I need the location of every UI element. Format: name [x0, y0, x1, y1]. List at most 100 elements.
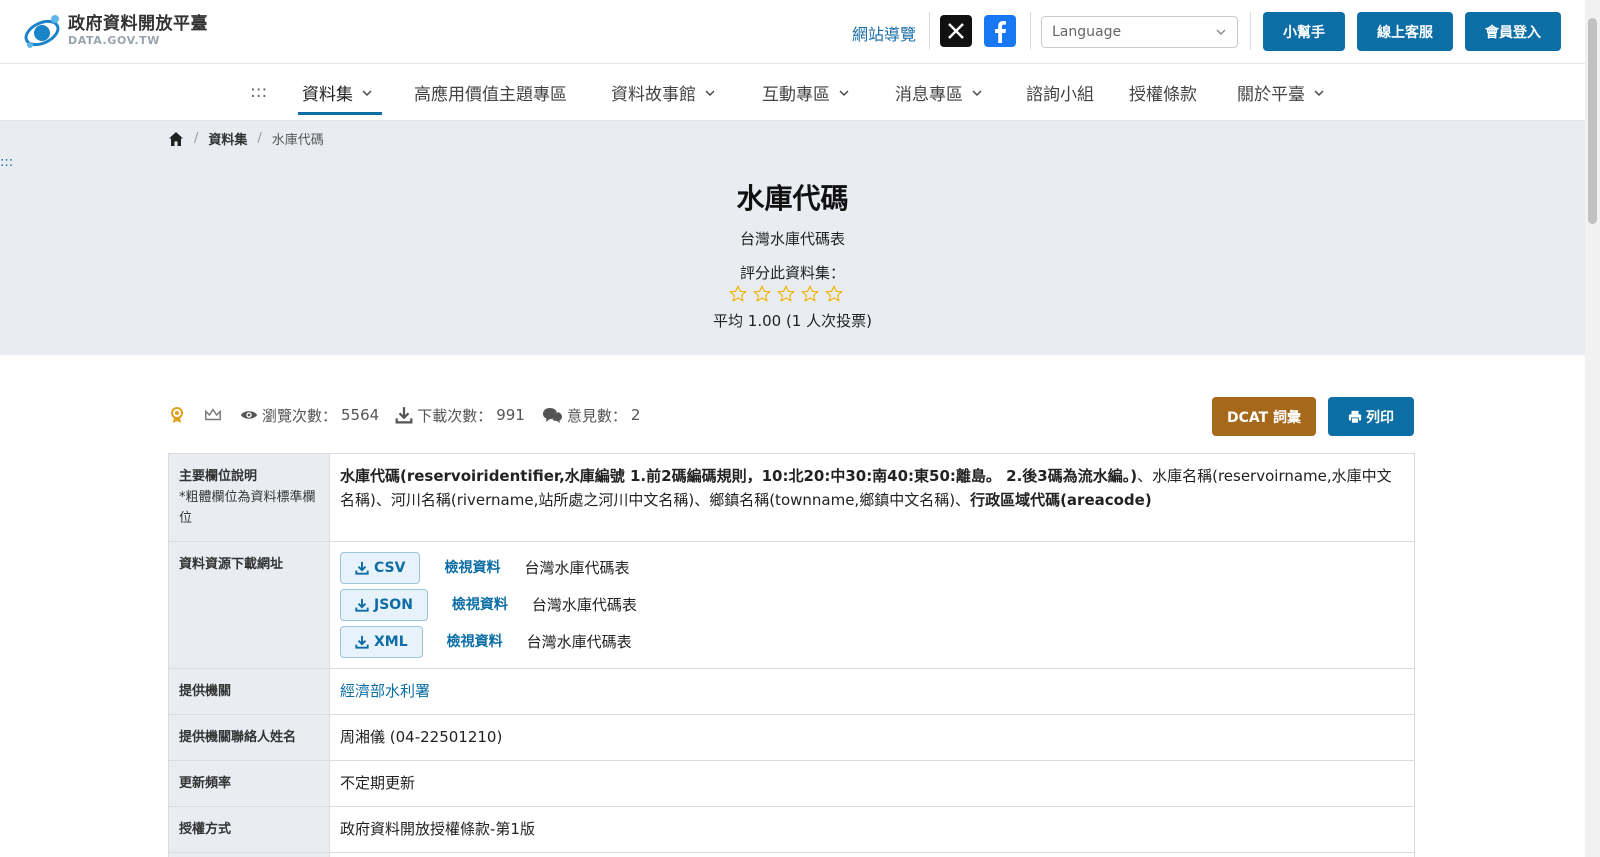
- nav-item-label: 資料集: [302, 85, 353, 105]
- top-bar: 政府資料開放平臺 DATA.GOV.TW 網站導覽 Language 小幫手 線…: [0, 0, 1585, 64]
- downloads-count: 991: [496, 406, 525, 424]
- nav-item-news[interactable]: 消息專區: [895, 80, 983, 105]
- print-button[interactable]: 列印: [1328, 397, 1414, 436]
- facebook-icon[interactable]: [984, 15, 1016, 47]
- format-label: XML: [374, 634, 408, 650]
- login-button[interactable]: 會員登入: [1465, 12, 1561, 51]
- medal-icon: [171, 407, 183, 423]
- view-data-link[interactable]: 檢視資料: [447, 630, 503, 654]
- language-select-value: Language: [1052, 24, 1122, 40]
- dataset-info-table: 主要欄位說明 *粗體欄位為資料標準欄位 水庫代碼(reservoiridenti…: [168, 453, 1415, 857]
- nav-item-high-value[interactable]: 高應用價值主題專區: [414, 80, 567, 105]
- download-json-button[interactable]: JSON: [340, 589, 428, 621]
- nav-item-datasets[interactable]: 資料集: [302, 80, 373, 105]
- home-icon[interactable]: [168, 131, 184, 147]
- chevron-down-icon: [1314, 90, 1324, 96]
- view-data-link[interactable]: 檢視資料: [452, 593, 508, 617]
- dataset-hero: / 資料集 / 水庫代碼 ::: 水庫代碼 台灣水庫代碼表 評分此資料集： 平均…: [0, 121, 1585, 355]
- frequency-header: 更新頻率: [168, 760, 330, 807]
- breadcrumb-separator: /: [257, 131, 262, 146]
- table-row: 主要欄位說明 *粗體欄位為資料標準欄位 水庫代碼(reservoiridenti…: [168, 453, 1415, 542]
- next-row-header: [168, 852, 330, 857]
- rating-average: 平均 1.00 (1 人次投票): [713, 312, 872, 330]
- rating-stars[interactable]: [729, 285, 843, 303]
- nav-item-label: 互動專區: [762, 85, 830, 105]
- x-twitter-icon[interactable]: [940, 15, 972, 47]
- page-subtitle: 台灣水庫代碼表: [739, 230, 845, 248]
- field-bold-area-code: 行政區域代碼(areacode): [970, 491, 1152, 509]
- resources-header: 資料資源下載網址: [168, 541, 330, 669]
- logo-subtitle: DATA.GOV.TW: [68, 34, 160, 47]
- star-icon[interactable]: [777, 285, 795, 303]
- content-accesskey[interactable]: :::: [0, 155, 13, 170]
- view-data-link[interactable]: 檢視資料: [444, 556, 500, 580]
- page: 政府資料開放平臺 DATA.GOV.TW 網站導覽 Language 小幫手 線…: [0, 0, 1585, 857]
- table-row: 提供機關 經濟部水利署: [168, 668, 1415, 715]
- resource-item: CSV 檢視資料 台灣水庫代碼表: [340, 552, 1404, 584]
- nav-accesskey[interactable]: :::: [250, 82, 267, 102]
- nav-item-label: 高應用價值主題專區: [414, 85, 567, 105]
- star-icon[interactable]: [825, 285, 843, 303]
- downloads-stat: 下載次數： 991: [395, 405, 525, 426]
- views-count: 5564: [341, 406, 380, 424]
- views-label: 瀏覽次數：: [262, 406, 338, 425]
- star-icon[interactable]: [729, 285, 747, 303]
- sitemap-link[interactable]: 網站導覽: [852, 21, 916, 45]
- table-row: 授權方式 政府資料開放授權條款-第1版: [168, 806, 1415, 853]
- divider: [929, 12, 930, 50]
- table-row: 更新頻率 不定期更新: [168, 760, 1415, 807]
- logo-text: 政府資料開放平臺 DATA.GOV.TW: [68, 14, 208, 48]
- rating-label: 評分此資料集：: [739, 264, 845, 282]
- views-stat: 瀏覽次數： 5564: [240, 405, 379, 426]
- nav-item-interactive[interactable]: 互動專區: [762, 80, 850, 105]
- page-scrollbar[interactable]: [1585, 0, 1600, 857]
- download-xml-button[interactable]: XML: [340, 626, 423, 658]
- dataset-stats: 瀏覽次數： 5564 下載次數： 991 意見數： 2: [168, 397, 656, 433]
- breadcrumb-datasets[interactable]: 資料集: [208, 129, 247, 148]
- nav-item-advisory[interactable]: 諮詢小組: [1026, 80, 1094, 105]
- comments-count: 2: [630, 406, 641, 424]
- nav-item-label: 諮詢小組: [1026, 85, 1094, 105]
- format-label: JSON: [374, 597, 413, 613]
- download-csv-button[interactable]: CSV: [340, 552, 421, 584]
- fields-value: 水庫代碼(reservoiridentifier,水庫編號 1.前2碼編碼規則，…: [329, 453, 1415, 542]
- table-row: [168, 852, 1415, 857]
- agency-value: 經濟部水利署: [329, 668, 1415, 715]
- language-select[interactable]: Language: [1041, 16, 1238, 48]
- divider: [1030, 12, 1031, 50]
- agency-header: 提供機關: [168, 668, 330, 715]
- breadcrumb: / 資料集 / 水庫代碼: [168, 129, 324, 148]
- chevron-down-icon: [362, 90, 372, 96]
- print-label: 列印: [1366, 409, 1394, 426]
- nav-item-stories[interactable]: 資料故事館: [611, 80, 716, 105]
- star-icon[interactable]: [801, 285, 819, 303]
- field-bold-reservoir-id: 水庫代碼(reservoiridentifier,水庫編號 1.前2碼編碼規則，…: [340, 467, 1138, 485]
- crown-icon: [205, 408, 221, 421]
- eye-icon: [240, 411, 258, 419]
- main-nav: ::: 資料集 高應用價值主題專區 資料故事館 互動專區 消息專區 諮詢小組 授…: [0, 64, 1585, 121]
- nav-item-label: 資料故事館: [611, 85, 696, 105]
- download-icon: [355, 561, 369, 575]
- fields-label: 主要欄位說明: [179, 469, 258, 484]
- comments-label: 意見數：: [566, 406, 627, 425]
- contact-header: 提供機關聯絡人姓名: [168, 714, 330, 761]
- nav-item-about[interactable]: 關於平臺: [1237, 80, 1325, 105]
- contact-value: 周湘儀 (04-22501210): [329, 714, 1415, 761]
- license-value: 政府資料開放授權條款-第1版: [329, 806, 1415, 853]
- printer-icon: [1348, 410, 1362, 424]
- helper-button[interactable]: 小幫手: [1263, 12, 1345, 51]
- site-logo[interactable]: 政府資料開放平臺 DATA.GOV.TW: [22, 11, 208, 51]
- scrollbar-thumb[interactable]: [1588, 18, 1597, 224]
- online-service-button[interactable]: 線上客服: [1357, 12, 1453, 51]
- agency-link[interactable]: 經濟部水利署: [340, 682, 430, 700]
- chevron-down-icon: [839, 90, 849, 96]
- table-row: 提供機關聯絡人姓名 周湘儀 (04-22501210): [168, 714, 1415, 761]
- downloads-label: 下載次數：: [417, 406, 493, 425]
- star-icon[interactable]: [753, 285, 771, 303]
- nav-item-license[interactable]: 授權條款: [1129, 80, 1197, 105]
- license-header: 授權方式: [168, 806, 330, 853]
- chevron-down-icon: [1216, 29, 1226, 35]
- breadcrumb-current: 水庫代碼: [271, 133, 324, 148]
- nav-item-label: 授權條款: [1129, 85, 1197, 105]
- dcat-vocabulary-button[interactable]: DCAT 詞彙: [1212, 397, 1316, 436]
